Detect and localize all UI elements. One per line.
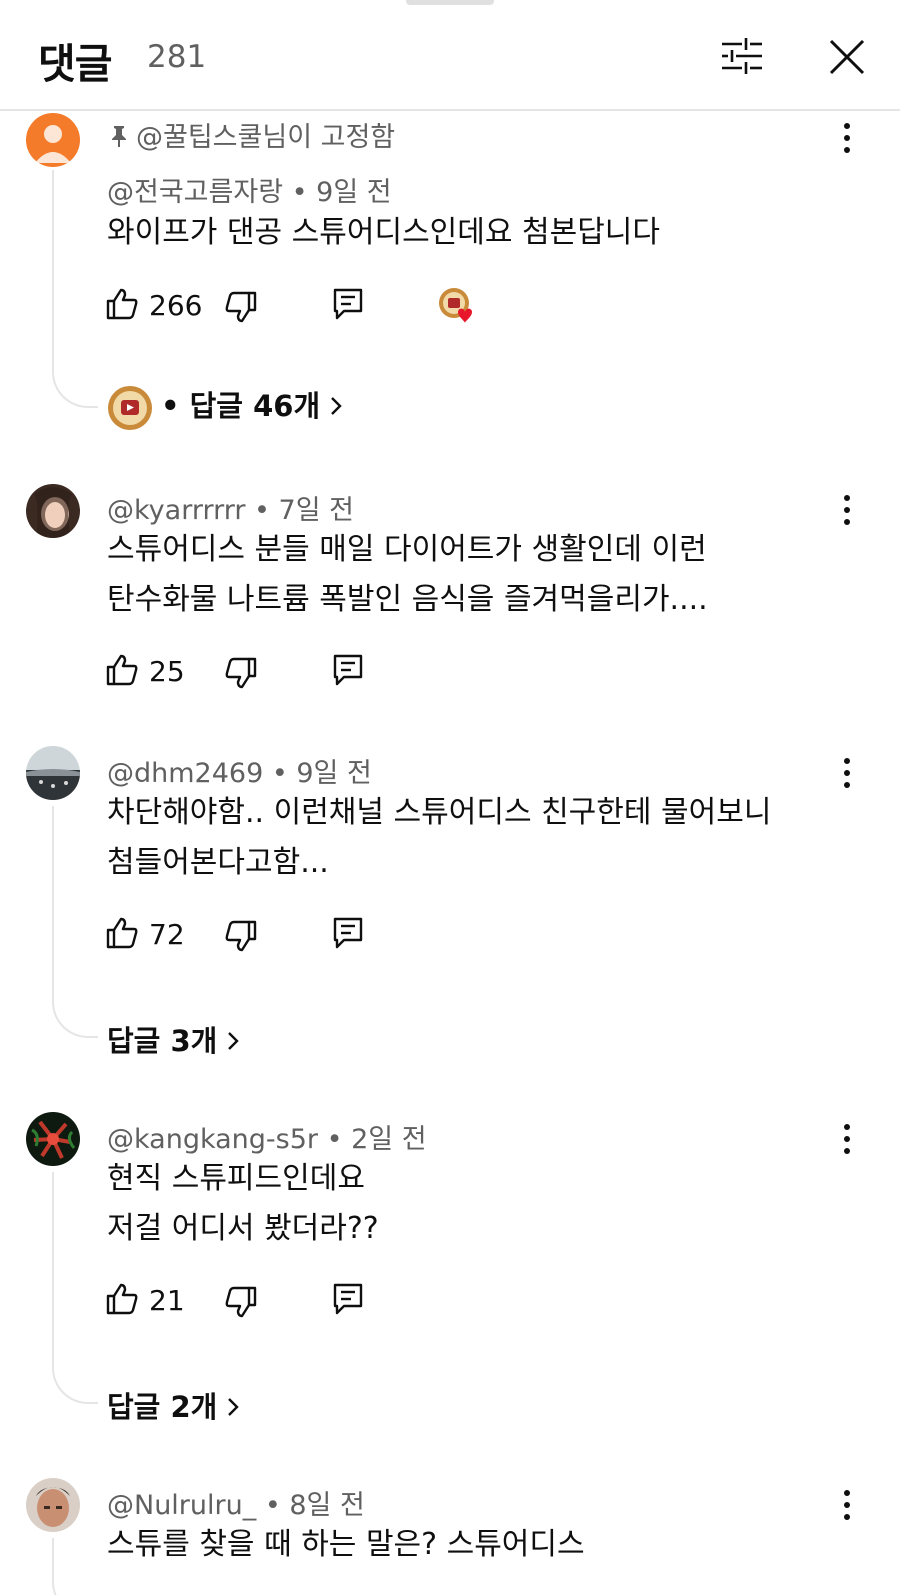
reply-icon[interactable] — [332, 916, 364, 950]
thread-line — [52, 806, 98, 1038]
replies-label: 답글 2개 — [107, 1390, 218, 1424]
like-count: 21 — [149, 1284, 185, 1317]
comment-line: 스튜를 찾을 때 하는 말은? 스튜어디스 — [107, 1527, 585, 1562]
comment-line: 현직 스튜피드인데요 — [107, 1161, 365, 1196]
thumbs-up-icon[interactable] — [105, 653, 139, 687]
comment-time: 7일 전 — [278, 495, 354, 526]
view-replies-button[interactable]: 답글 3개 — [107, 1018, 241, 1060]
more-options-icon[interactable] — [833, 1487, 861, 1523]
author-name[interactable]: @Nulrulru_ — [107, 1490, 256, 1521]
comment-meta: @Nulrulru_ • 8일 전 — [107, 1490, 365, 1521]
thumbs-down-icon[interactable] — [224, 290, 258, 324]
comment-line: 첨들어본다고함... — [107, 845, 329, 880]
comment-text: 와이프가 댄공 스튜어디스인데요 첨본답니다 — [107, 208, 660, 258]
comment-actions: 72 — [105, 914, 525, 954]
thumbs-up-icon[interactable] — [105, 916, 139, 950]
chevron-right-icon — [331, 397, 342, 415]
sliders-icon[interactable] — [720, 36, 764, 76]
comment-time: 9일 전 — [316, 177, 392, 208]
comment-text: 스튜어디스 분들 매일 다이어트가 생활인데 이런 탄수화물 나트륨 폭발인 음… — [107, 525, 708, 625]
comment-actions: 266 — [105, 285, 525, 325]
creator-heart-icon — [439, 288, 472, 323]
replies-label: • 답글 46개 — [161, 389, 321, 423]
more-options-icon[interactable] — [833, 1121, 861, 1157]
reply-icon[interactable] — [332, 287, 364, 321]
comment-time: 2일 전 — [351, 1124, 427, 1155]
comment-time: 8일 전 — [289, 1490, 365, 1521]
author-name[interactable]: @전국고름자랑 — [107, 177, 283, 208]
thumbs-down-icon[interactable] — [224, 656, 258, 690]
thumbs-down-icon[interactable] — [224, 919, 258, 953]
thumbs-down-icon[interactable] — [224, 1285, 258, 1319]
comment-line: 저걸 어디서 봤더라?? — [107, 1211, 379, 1246]
thread-line — [52, 1172, 98, 1404]
comment-meta: @dhm2469 • 9일 전 — [107, 758, 372, 789]
pinned-label: @꿀팁스쿨님이 고정함 — [110, 115, 395, 154]
comment-actions: 21 — [105, 1280, 525, 1320]
avatar[interactable] — [26, 484, 80, 538]
comment-text: 스튜를 찾을 때 하는 말은? 스튜어디스 — [107, 1520, 585, 1570]
view-replies-button[interactable]: • 답글 46개 — [107, 383, 344, 431]
comment-meta: @전국고름자랑 • 9일 전 — [107, 177, 392, 208]
comments-header: 댓글 281 — [0, 0, 900, 111]
reply-icon[interactable] — [332, 1282, 364, 1316]
replies-label: 답글 3개 — [107, 1024, 218, 1058]
author-name[interactable]: @dhm2469 — [107, 758, 263, 789]
thumbs-up-icon[interactable] — [105, 287, 139, 321]
pin-icon — [112, 126, 126, 147]
author-name[interactable]: @kyarrrrrr — [107, 495, 245, 526]
like-count: 25 — [149, 655, 185, 688]
chevron-right-icon — [228, 1032, 240, 1050]
avatar[interactable] — [26, 113, 80, 167]
comment-count: 281 — [147, 39, 207, 75]
thread-line — [52, 170, 98, 408]
comment-text: 현직 스튜피드인데요 저걸 어디서 봤더라?? — [107, 1154, 379, 1254]
avatar[interactable] — [26, 1478, 80, 1532]
comment-meta: @kyarrrrrr • 7일 전 — [107, 495, 354, 526]
more-options-icon[interactable] — [833, 755, 861, 791]
more-options-icon[interactable] — [833, 492, 861, 528]
avatar[interactable] — [26, 1112, 80, 1166]
like-count: 72 — [149, 918, 185, 951]
comment-time: 9일 전 — [296, 758, 372, 789]
chevron-right-icon — [228, 1398, 240, 1416]
thumbs-up-icon[interactable] — [105, 1282, 139, 1316]
comment-text: 차단해야함.. 이런채널 스튜어디스 친구한테 물어보니 첨들어본다고함... — [107, 788, 771, 888]
comment-line: 차단해야함.. 이런채널 스튜어디스 친구한테 물어보니 — [107, 795, 772, 830]
comments-title: 댓글 — [38, 40, 112, 88]
thread-line — [52, 1538, 98, 1595]
author-name[interactable]: @kangkang-s5r — [107, 1124, 318, 1155]
like-count: 266 — [149, 289, 203, 322]
pinned-text: @꿀팁스쿨님이 고정함 — [136, 122, 396, 153]
more-options-icon[interactable] — [833, 120, 861, 156]
reply-icon[interactable] — [332, 653, 364, 687]
creator-avatar-icon — [108, 386, 152, 430]
comment-line: 탄수화물 나트륨 폭발인 음식을 즐겨먹을리가.... — [107, 582, 708, 617]
close-icon[interactable] — [828, 38, 866, 76]
comment-actions: 25 — [105, 651, 525, 691]
comment-line: 스튜어디스 분들 매일 다이어트가 생활인데 이런 — [107, 532, 707, 567]
avatar[interactable] — [26, 746, 80, 800]
comment-meta: @kangkang-s5r • 2일 전 — [107, 1124, 427, 1155]
view-replies-button[interactable]: 답글 2개 — [107, 1384, 241, 1426]
comment-line: 와이프가 댄공 스튜어디스인데요 첨본답니다 — [107, 215, 661, 250]
